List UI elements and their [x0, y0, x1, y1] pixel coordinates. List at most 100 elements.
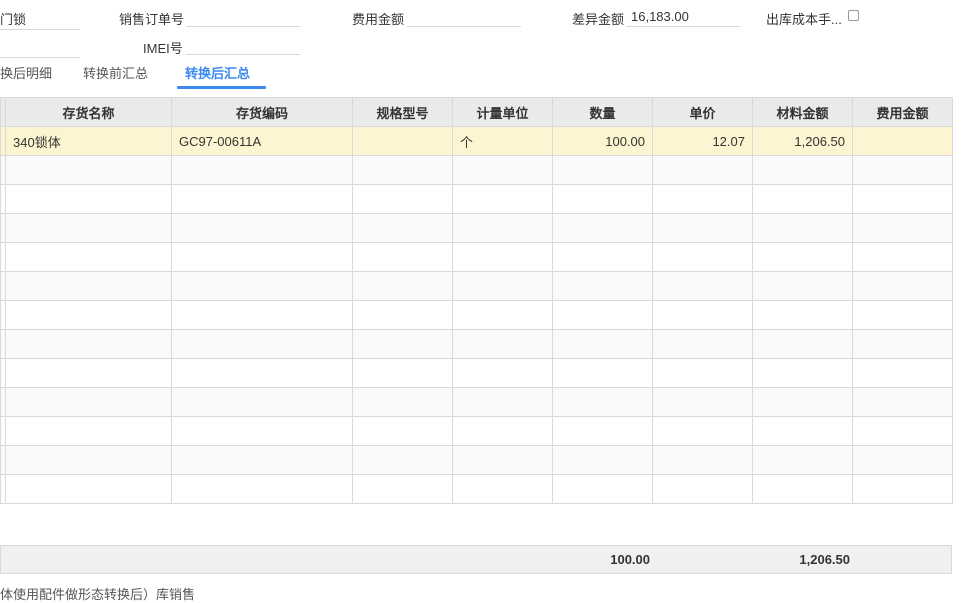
empty-cell[interactable] [452, 213, 553, 243]
empty-cell[interactable] [5, 474, 172, 504]
empty-cell[interactable] [552, 358, 653, 388]
empty-cell[interactable] [552, 155, 653, 185]
empty-cell[interactable] [171, 329, 353, 359]
empty-cell[interactable] [5, 445, 172, 475]
header-unit[interactable]: 计量单位 [452, 97, 553, 127]
empty-cell[interactable] [5, 271, 172, 301]
empty-cell[interactable] [452, 300, 553, 330]
empty-cell[interactable] [752, 271, 853, 301]
empty-cell[interactable] [352, 271, 453, 301]
tab-after-summary[interactable]: 转换后汇总 [185, 64, 250, 88]
empty-cell[interactable] [552, 387, 653, 417]
empty-cell[interactable] [171, 445, 353, 475]
empty-cell[interactable] [652, 155, 753, 185]
cell-spec[interactable] [352, 126, 453, 156]
empty-table-row[interactable] [0, 184, 953, 214]
empty-cell[interactable] [452, 242, 553, 272]
empty-cell[interactable] [552, 184, 653, 214]
empty-cell[interactable] [171, 242, 353, 272]
empty-cell[interactable] [552, 213, 653, 243]
empty-cell[interactable] [652, 184, 753, 214]
empty-cell[interactable] [5, 242, 172, 272]
empty-cell[interactable] [352, 155, 453, 185]
empty-cell[interactable] [552, 300, 653, 330]
empty-cell[interactable] [5, 213, 172, 243]
empty-cell[interactable] [352, 416, 453, 446]
empty-cell[interactable] [852, 155, 953, 185]
empty-cell[interactable] [5, 416, 172, 446]
empty-cell[interactable] [352, 213, 453, 243]
empty-table-row[interactable] [0, 416, 953, 446]
empty-cell[interactable] [171, 213, 353, 243]
empty-cell[interactable] [452, 474, 553, 504]
empty-cell[interactable] [552, 445, 653, 475]
tab-after-detail[interactable]: 换后明细 [0, 64, 52, 88]
header-qty[interactable]: 数量 [552, 97, 653, 127]
empty-cell[interactable] [352, 358, 453, 388]
empty-cell[interactable] [752, 387, 853, 417]
empty-cell[interactable] [171, 271, 353, 301]
table-row[interactable]: 340锁体 GC97-00611A 个 100.00 12.07 1,206.5… [0, 126, 953, 156]
empty-cell[interactable] [452, 416, 553, 446]
empty-cell[interactable] [352, 387, 453, 417]
empty-table-row[interactable] [0, 329, 953, 359]
empty-cell[interactable] [852, 416, 953, 446]
empty-table-row[interactable] [0, 387, 953, 417]
empty-cell[interactable] [852, 300, 953, 330]
empty-cell[interactable] [652, 358, 753, 388]
empty-cell[interactable] [852, 445, 953, 475]
header-code[interactable]: 存货编码 [171, 97, 353, 127]
empty-cell[interactable] [171, 416, 353, 446]
sales-order-input[interactable] [186, 6, 300, 27]
outbound-cost-checkbox[interactable] [848, 10, 859, 21]
empty-cell[interactable] [5, 155, 172, 185]
empty-table-row[interactable] [0, 445, 953, 475]
empty-table-row[interactable] [0, 358, 953, 388]
empty-cell[interactable] [752, 213, 853, 243]
empty-cell[interactable] [752, 358, 853, 388]
empty-cell[interactable] [352, 474, 453, 504]
empty-cell[interactable] [752, 300, 853, 330]
empty-cell[interactable] [5, 300, 172, 330]
empty-cell[interactable] [852, 329, 953, 359]
cell-fee[interactable] [852, 126, 953, 156]
empty-cell[interactable] [171, 155, 353, 185]
cell-code[interactable]: GC97-00611A [171, 126, 353, 156]
cell-qty[interactable]: 100.00 [552, 126, 653, 156]
empty-cell[interactable] [752, 416, 853, 446]
empty-cell[interactable] [852, 271, 953, 301]
header-material[interactable]: 材料金额 [752, 97, 853, 127]
empty-cell[interactable] [352, 445, 453, 475]
empty-cell[interactable] [852, 358, 953, 388]
empty-cell[interactable] [352, 242, 453, 272]
empty-cell[interactable] [852, 184, 953, 214]
empty-table-row[interactable] [0, 300, 953, 330]
empty-cell[interactable] [452, 329, 553, 359]
empty-table-row[interactable] [0, 213, 953, 243]
empty-cell[interactable] [852, 387, 953, 417]
empty-cell[interactable] [852, 213, 953, 243]
empty-cell[interactable] [852, 242, 953, 272]
empty-cell[interactable] [652, 445, 753, 475]
header-fee[interactable]: 费用金额 [852, 97, 953, 127]
empty-cell[interactable] [752, 155, 853, 185]
empty-cell[interactable] [452, 184, 553, 214]
empty-cell[interactable] [452, 271, 553, 301]
diff-amount-input[interactable]: 16,183.00 [626, 6, 740, 27]
header-spec[interactable]: 规格型号 [352, 97, 453, 127]
empty-cell[interactable] [752, 445, 853, 475]
empty-cell[interactable] [652, 329, 753, 359]
empty-cell[interactable] [352, 300, 453, 330]
empty-cell[interactable] [552, 242, 653, 272]
empty-table-row[interactable] [0, 474, 953, 504]
empty-table-row[interactable] [0, 271, 953, 301]
empty-cell[interactable] [452, 387, 553, 417]
empty-cell[interactable] [752, 242, 853, 272]
empty-cell[interactable] [171, 300, 353, 330]
empty-cell[interactable] [452, 155, 553, 185]
empty-cell[interactable] [852, 474, 953, 504]
empty-table-row[interactable] [0, 242, 953, 272]
empty-cell[interactable] [552, 416, 653, 446]
empty-cell[interactable] [652, 300, 753, 330]
cell-price[interactable]: 12.07 [652, 126, 753, 156]
